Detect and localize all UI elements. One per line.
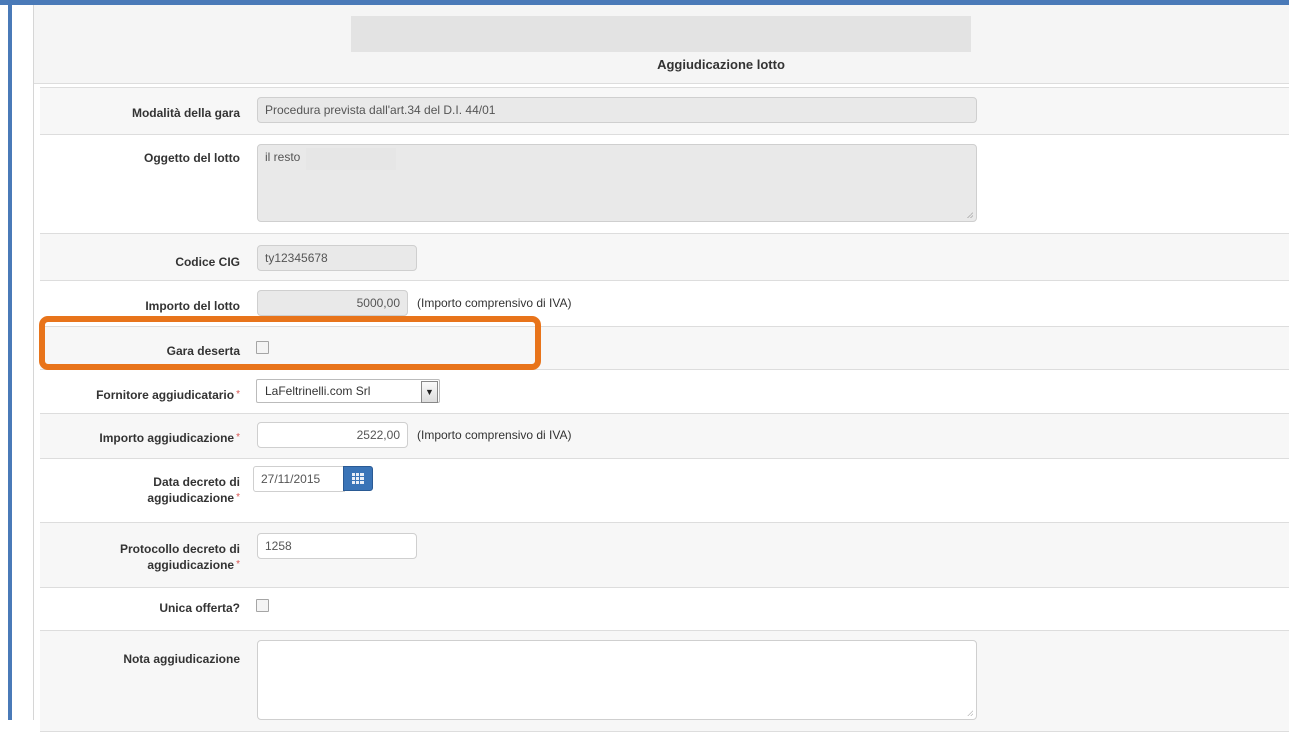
fornitore-select[interactable]: LaFeltrinelli.com Srl xyxy=(256,379,440,403)
nota-label: Nota aggiudicazione xyxy=(123,652,240,666)
unica-offerta-checkbox[interactable] xyxy=(256,599,269,612)
data-decreto-field[interactable]: 27/11/2015 xyxy=(253,466,345,492)
row-importo-aggiudicazione: Importo aggiudicazione * 2522,00 (Importo… xyxy=(40,414,1289,459)
modalita-field[interactable]: Procedura prevista dall'art.34 del D.I. … xyxy=(257,97,977,123)
protocollo-label-line2-wrap: aggiudicazione * xyxy=(40,557,240,573)
award-form: Modalità della gara Procedura prevista d… xyxy=(40,87,1289,732)
importo-aggiudicazione-label-text: Importo aggiudicazione xyxy=(99,431,235,445)
importo-lotto-hint: (Importo comprensivo di IVA) xyxy=(417,296,572,310)
importo-aggiudicazione-hint: (Importo comprensivo di IVA) xyxy=(417,428,572,442)
calendar-button[interactable] xyxy=(343,466,373,491)
highlight-annotation xyxy=(39,316,541,370)
cig-label: Codice CIG xyxy=(175,255,240,269)
cig-field[interactable]: ty12345678 xyxy=(257,245,417,271)
row-modalita: Modalità della gara Procedura prevista d… xyxy=(40,88,1289,135)
row-unica-offerta: Unica offerta? xyxy=(40,588,1289,631)
section-title: Aggiudicazione lotto xyxy=(657,57,785,72)
chevron-down-icon[interactable]: ▼ xyxy=(421,381,438,403)
redacted-banner xyxy=(351,16,971,52)
fornitore-label-text: Fornitore aggiudicatario xyxy=(96,388,235,402)
row-cig: Codice CIG ty12345678 xyxy=(40,234,1289,281)
required-marker: * xyxy=(236,492,240,503)
required-marker: * xyxy=(236,389,240,400)
importo-aggiudicazione-label: Importo aggiudicazione * xyxy=(40,430,240,446)
oggetto-field[interactable]: il resto xyxy=(257,144,977,222)
protocollo-label-line1: Protocollo decreto di xyxy=(119,542,240,556)
importo-aggiudicazione-field[interactable]: 2522,00 xyxy=(257,422,408,448)
row-nota: Nota aggiudicazione xyxy=(40,631,1289,732)
modalita-label: Modalità della gara xyxy=(131,106,240,120)
data-decreto-label-line2: aggiudicazione xyxy=(147,491,235,505)
row-fornitore: Fornitore aggiudicatario * LaFeltrinelli.… xyxy=(40,370,1289,414)
resize-grip-icon[interactable] xyxy=(967,710,973,716)
row-data-decreto: Data decreto di aggiudicazione * 27/11/20… xyxy=(40,459,1289,523)
row-protocollo: Protocollo decreto di aggiudicazione * 12… xyxy=(40,523,1289,588)
data-decreto-label-line2-wrap: aggiudicazione * xyxy=(40,490,240,506)
importo-lotto-field[interactable]: 5000,00 xyxy=(257,290,408,316)
row-oggetto: Oggetto del lotto il resto xyxy=(40,135,1289,234)
oggetto-label: Oggetto del lotto xyxy=(144,151,240,165)
required-marker: * xyxy=(236,559,240,570)
protocollo-field[interactable]: 1258 xyxy=(257,533,417,559)
resize-grip-icon[interactable] xyxy=(967,212,973,218)
data-decreto-label: Data decreto di aggiudicazione * xyxy=(40,474,240,506)
protocollo-label-line2: aggiudicazione xyxy=(147,558,235,572)
unica-offerta-label: Unica offerta? xyxy=(159,601,240,615)
nota-field[interactable] xyxy=(257,640,977,720)
protocollo-label: Protocollo decreto di aggiudicazione * xyxy=(40,541,240,573)
importo-lotto-label: Importo del lotto xyxy=(145,299,240,313)
redacted-text xyxy=(306,148,396,170)
window-frame-left xyxy=(8,5,12,720)
oggetto-value: il resto xyxy=(265,150,301,164)
calendar-icon xyxy=(352,473,364,484)
content-border xyxy=(33,5,34,720)
required-marker: * xyxy=(236,432,240,443)
fornitore-label: Fornitore aggiudicatario * xyxy=(40,387,240,403)
data-decreto-label-line1: Data decreto di xyxy=(153,475,240,489)
